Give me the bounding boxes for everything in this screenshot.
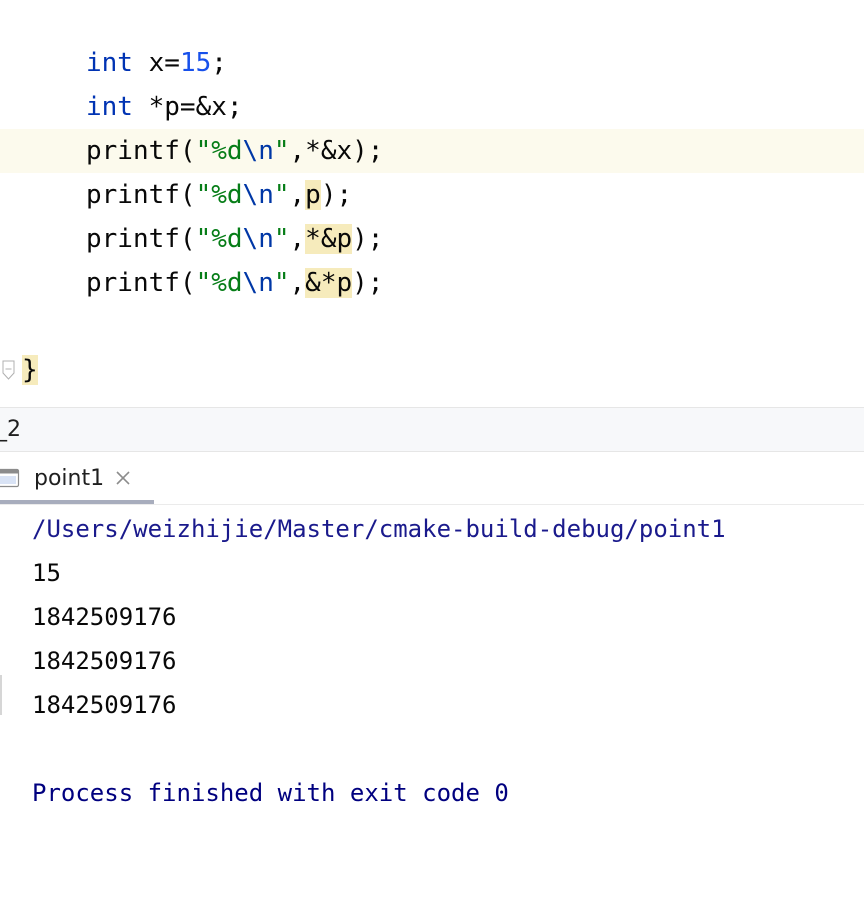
code-text: *p=&x; <box>132 92 243 122</box>
code-text: ); <box>352 224 384 254</box>
code-line[interactable]: int x=15; <box>0 41 864 85</box>
console-output-line: 1842509176 <box>32 691 177 719</box>
console-gutter-marker <box>0 675 2 715</box>
console-output-line: 1842509176 <box>32 647 177 675</box>
function-name: printf( <box>86 136 196 166</box>
string-literal: " <box>273 268 290 298</box>
console-command-path: /Users/weizhijie/Master/cmake-build-debu… <box>32 515 726 543</box>
console-output-line: 1842509176 <box>32 603 177 631</box>
code-text: , <box>289 224 306 254</box>
code-line[interactable]: printf("%d\n",p); <box>0 173 864 217</box>
code-text: ,*&x); <box>289 136 384 166</box>
tool-window-title: _2 <box>0 417 21 442</box>
escape-sequence: \n <box>242 180 274 210</box>
highlighted-argument: *&p <box>305 224 353 254</box>
tab-label: point1 <box>34 466 105 491</box>
code-text: ); <box>352 268 384 298</box>
code-text: , <box>289 180 306 210</box>
code-line[interactable]: printf("%d\n",*&p); <box>0 217 864 261</box>
escape-sequence: \n <box>242 136 274 166</box>
keyword: int <box>86 92 133 122</box>
highlighted-argument: &*p <box>305 268 353 298</box>
code-text: ); <box>320 180 353 210</box>
function-name: printf( <box>86 268 196 298</box>
escape-sequence: \n <box>242 268 274 298</box>
string-literal: "%d <box>195 224 243 254</box>
code-line[interactable]: printf("%d\n",&*p); <box>0 261 864 305</box>
string-literal: "%d <box>195 136 243 166</box>
string-literal: "%d <box>195 268 243 298</box>
code-line-current[interactable]: printf("%d\n",*&x); <box>0 129 864 173</box>
code-line[interactable]: int *p=&x; <box>0 85 864 129</box>
process-finished-message: Process finished with exit code 0 <box>32 779 509 807</box>
close-icon[interactable] <box>114 469 132 487</box>
code-line[interactable]: } <box>0 348 864 392</box>
code-editor[interactable]: int x=15; int *p=&x; printf("%d\n",*&x);… <box>0 0 864 407</box>
number-literal: 15 <box>179 48 212 78</box>
fold-icon[interactable] <box>2 360 15 380</box>
console-output-line: 15 <box>32 559 61 587</box>
code-text: , <box>289 268 306 298</box>
function-name: printf( <box>86 180 196 210</box>
code-text: ; <box>211 48 227 78</box>
escape-sequence: \n <box>242 224 274 254</box>
string-literal: " <box>273 136 290 166</box>
run-tool-window-header: _2 <box>0 407 864 452</box>
highlighted-argument: p <box>305 180 321 210</box>
code-text: x= <box>132 48 180 78</box>
run-configuration-icon <box>0 468 20 488</box>
function-name: printf( <box>86 224 196 254</box>
tab-point1[interactable]: point1 <box>0 452 154 504</box>
console-output[interactable]: /Users/weizhijie/Master/cmake-build-debu… <box>0 505 864 912</box>
string-literal: " <box>273 180 290 210</box>
string-literal: "%d <box>195 180 243 210</box>
string-literal: " <box>273 224 290 254</box>
matched-brace: } <box>22 355 38 385</box>
keyword: int <box>86 48 133 78</box>
run-tab-bar: point1 <box>0 452 864 505</box>
tab-selected-indicator <box>0 500 154 504</box>
